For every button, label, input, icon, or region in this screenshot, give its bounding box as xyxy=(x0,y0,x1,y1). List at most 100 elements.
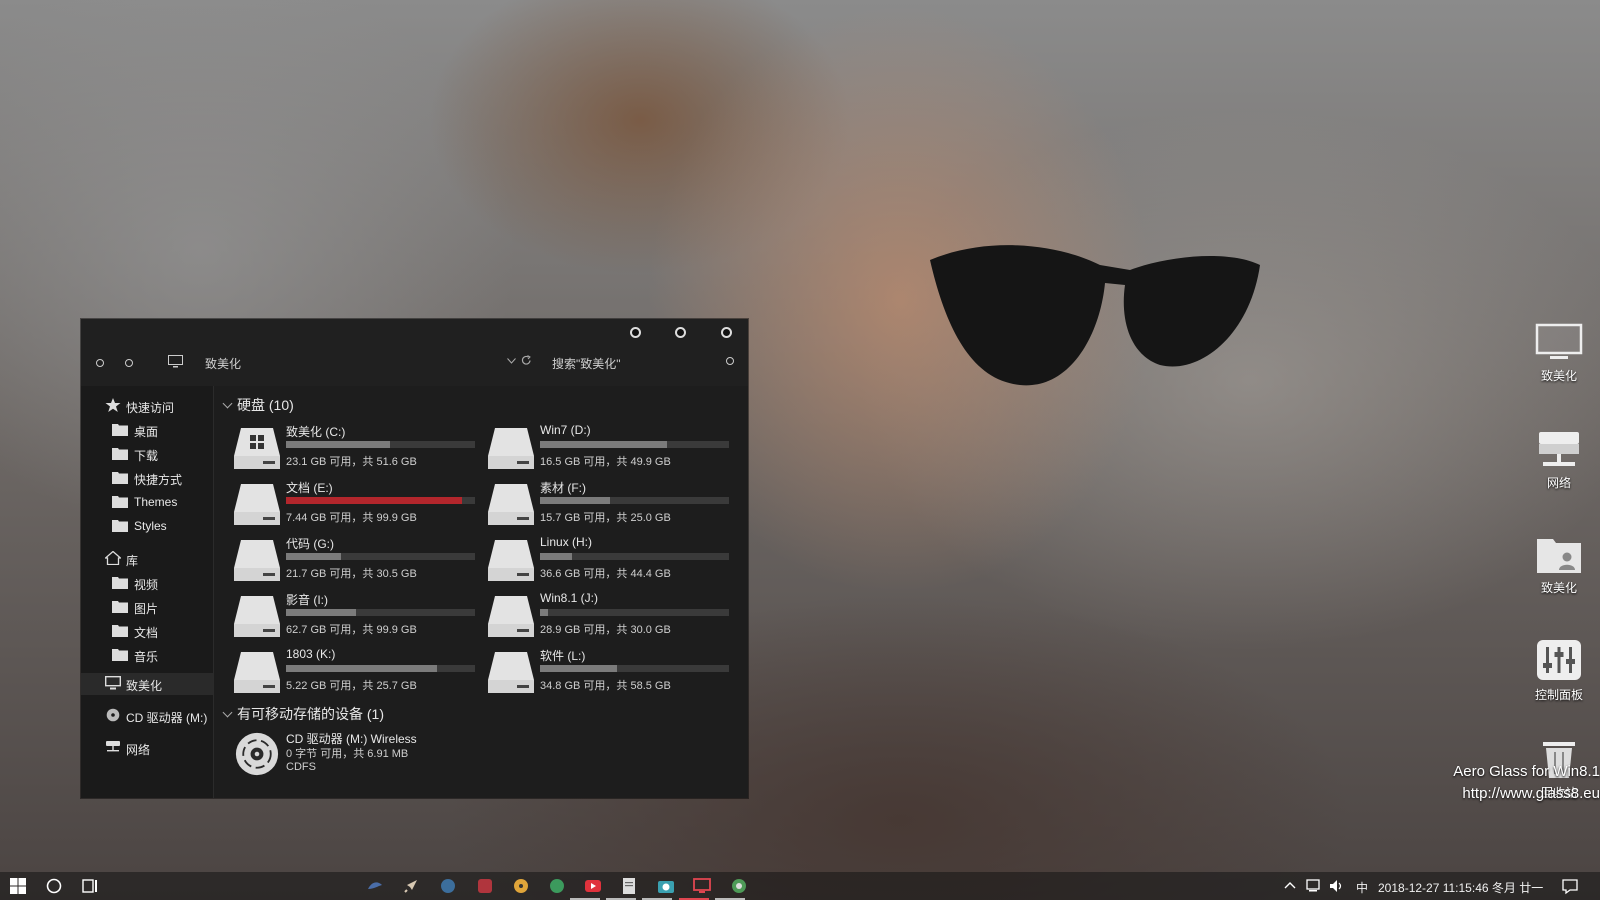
cd-icon xyxy=(106,708,120,722)
close-button[interactable] xyxy=(721,327,732,338)
drive-usage-bar xyxy=(540,441,729,448)
address-bar[interactable]: 致美化 xyxy=(205,355,241,372)
drive-space-info: 36.6 GB 可用，共 44.4 GB xyxy=(540,568,671,580)
sidebar-item-cd-drive[interactable]: CD 驱动器 (M:) xyxy=(81,705,213,727)
wallpaper-sunglasses xyxy=(930,245,1260,386)
sidebar-item-desktop[interactable]: 桌面 xyxy=(81,419,213,441)
drive-tile[interactable]: Win7 (D:) 16.5 GB 可用，共 49.9 GB xyxy=(487,423,737,478)
drive-tile[interactable]: 1803 (K:) 5.22 GB 可用，共 25.7 GB xyxy=(233,647,483,702)
app-green-icon[interactable] xyxy=(548,877,566,895)
drive-tile[interactable]: 代码 (G:) 21.7 GB 可用，共 30.5 GB xyxy=(233,537,483,590)
volume-icon[interactable] xyxy=(1328,877,1346,895)
drive-space-info: 34.8 GB 可用，共 58.5 GB xyxy=(540,680,671,692)
group-header-disks[interactable]: 硬盘 (10) xyxy=(222,395,294,415)
sidebar-item-videos[interactable]: 视频 xyxy=(81,572,213,594)
sidebar-item-quick-access[interactable]: 快速访问 xyxy=(81,395,213,417)
desktop-icon-user-folder[interactable]: 致美化 xyxy=(1524,535,1594,596)
drive-usage-bar xyxy=(540,497,729,504)
drive-tile[interactable]: 软件 (L:) 34.8 GB 可用，共 58.5 GB xyxy=(487,649,737,702)
drive-usage-fill xyxy=(286,553,341,560)
drive-space-info: 16.5 GB 可用，共 49.9 GB xyxy=(540,456,671,468)
folder-icon xyxy=(112,472,128,484)
chevron-down-icon[interactable] xyxy=(507,358,516,364)
hard-drive-icon xyxy=(234,596,280,637)
notification-icon[interactable] xyxy=(1561,877,1579,895)
network-icon xyxy=(1539,432,1579,466)
drive-space-info: 21.7 GB 可用，共 30.5 GB xyxy=(286,568,417,580)
drive-tile[interactable]: 素材 (F:) 15.7 GB 可用，共 25.0 GB xyxy=(487,481,737,534)
monitor-icon xyxy=(105,676,121,690)
folder-icon xyxy=(112,424,128,436)
sidebar-item-pictures[interactable]: 图片 xyxy=(81,596,213,618)
group-header-removable[interactable]: 有可移动存储的设备 (1) xyxy=(222,704,384,724)
drive-name: Win7 (D:) xyxy=(540,423,591,437)
desktop-icon-this-pc[interactable]: 致美化 xyxy=(1524,323,1594,384)
desktop-icon-network[interactable]: 网络 xyxy=(1524,430,1594,491)
app-radiation-icon[interactable] xyxy=(512,877,530,895)
task-view-icon[interactable] xyxy=(81,877,99,895)
back-button[interactable] xyxy=(96,359,104,367)
folder-icon xyxy=(112,625,128,637)
app-bird-icon[interactable] xyxy=(366,877,384,895)
search-icon[interactable] xyxy=(726,357,734,365)
sidebar-item-shortcuts[interactable]: 快捷方式 xyxy=(81,467,213,489)
content-pane: 硬盘 (10) 致美化 (C:) 23.1 GB 可用，共 51.6 GB Win7… xyxy=(214,386,748,798)
drive-usage-bar xyxy=(540,553,729,560)
drive-usage-fill xyxy=(286,665,438,672)
drive-usage-bar xyxy=(286,441,475,448)
drive-usage-bar xyxy=(286,553,475,560)
sidebar-item-styles[interactable]: Styles xyxy=(81,515,213,537)
hard-drive-icon xyxy=(488,596,534,637)
hard-drive-icon xyxy=(488,540,534,581)
windows-start-icon[interactable] xyxy=(9,877,27,895)
minimize-button[interactable] xyxy=(630,327,641,338)
app-red-icon[interactable] xyxy=(476,877,494,895)
drive-tile[interactable]: Linux (H:) 36.6 GB 可用，共 44.4 GB xyxy=(487,535,737,590)
sidebar-item-network[interactable]: 网络 xyxy=(81,737,213,759)
sidebar-item-music[interactable]: 音乐 xyxy=(81,644,213,666)
sidebar-item-libraries[interactable]: 库 xyxy=(81,548,213,570)
sidebar-item-downloads[interactable]: 下载 xyxy=(81,443,213,465)
drive-usage-fill xyxy=(286,441,390,448)
drive-name: 影音 (I:) xyxy=(286,593,328,607)
hard-drive-icon xyxy=(488,484,534,525)
home-icon xyxy=(105,551,121,565)
desktop-icon-control-panel[interactable]: 控制面板 xyxy=(1524,638,1594,703)
app-camera-icon[interactable] xyxy=(657,877,675,895)
drive-usage-bar xyxy=(540,665,729,672)
folder-icon xyxy=(112,577,128,589)
drive-tile[interactable]: 影音 (I:) 62.7 GB 可用，共 99.9 GB xyxy=(233,593,483,646)
sidebar-item-documents[interactable]: 文档 xyxy=(81,620,213,642)
folder-icon xyxy=(112,649,128,661)
drive-usage-fill xyxy=(286,609,356,616)
drive-tile[interactable]: 文档 (E:) 7.44 GB 可用，共 99.9 GB xyxy=(233,481,483,534)
app-notepad-icon[interactable] xyxy=(620,877,638,895)
drive-tile[interactable]: Win8.1 (J:) 28.9 GB 可用，共 30.0 GB xyxy=(487,591,737,646)
clock[interactable]: 2018-12-27 11:15:46 冬月 廿一 xyxy=(1378,879,1543,896)
app-chrome-icon[interactable] xyxy=(730,877,748,895)
control-panel-icon xyxy=(1537,640,1581,680)
title-bar[interactable]: 致美化 搜索"致美化" xyxy=(81,319,748,386)
sidebar-item-this-pc[interactable]: 致美化 xyxy=(81,673,213,695)
network-status-icon[interactable] xyxy=(1305,877,1323,895)
ime-indicator[interactable]: 中 xyxy=(1356,879,1368,896)
refresh-icon[interactable] xyxy=(521,355,532,366)
app-blue-icon[interactable] xyxy=(439,877,457,895)
cortana-icon[interactable] xyxy=(45,877,63,895)
sidebar-item-themes[interactable]: Themes xyxy=(81,491,213,513)
cd-drive-tile[interactable]: CD 驱动器 (M:) Wireless 0 字节 可用，共 6.91 MB C… xyxy=(233,732,483,788)
app-video-icon[interactable] xyxy=(584,877,602,895)
explorer-window: 致美化 搜索"致美化" 快速访问 桌面 下载 快捷方式 Themes Style… xyxy=(81,319,748,798)
taskbar: 中 2018-12-27 11:15:46 冬月 廿一 xyxy=(0,872,1600,900)
forward-button[interactable] xyxy=(125,359,133,367)
search-input[interactable]: 搜索"致美化" xyxy=(552,355,621,372)
hard-drive-icon xyxy=(488,428,534,469)
app-explorer-icon[interactable] xyxy=(693,877,711,895)
drive-tile[interactable]: 致美化 (C:) 23.1 GB 可用，共 51.6 GB xyxy=(233,425,483,478)
drive-usage-fill xyxy=(540,441,667,448)
folder-icon xyxy=(112,448,128,460)
chevron-up-icon[interactable] xyxy=(1283,877,1297,895)
app-rocket-icon[interactable] xyxy=(402,877,420,895)
monitor-icon xyxy=(168,355,183,368)
maximize-button[interactable] xyxy=(675,327,686,338)
